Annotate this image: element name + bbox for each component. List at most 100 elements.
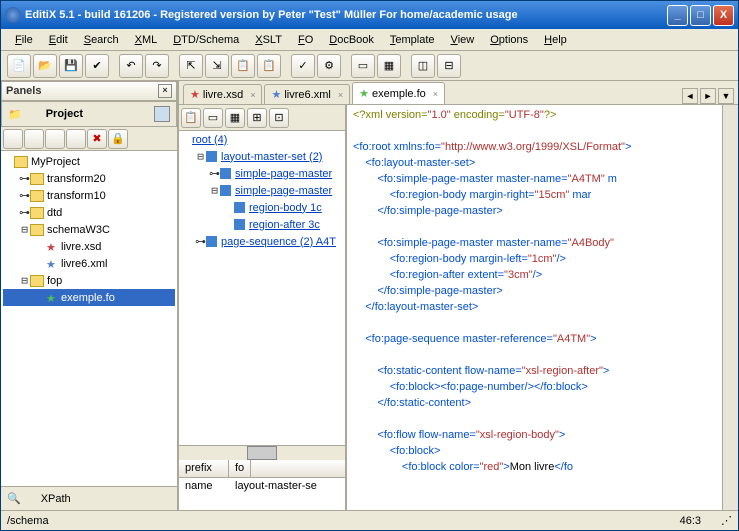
outline-item[interactable]: ⊟simple-page-master	[179, 182, 345, 199]
page-button[interactable]: ▭	[351, 54, 375, 78]
code-line[interactable]: <fo:block>	[353, 443, 732, 459]
menu-edit[interactable]: Edit	[41, 32, 76, 48]
tree-item-livre6-xml[interactable]: ★livre6.xml	[3, 255, 175, 272]
split-h-button[interactable]: ◫	[411, 54, 435, 78]
tree-item-schemaW3C[interactable]: ⊟schemaW3C	[3, 221, 175, 238]
code-line[interactable]: <fo:region-body margin-left="1cm"/>	[353, 251, 732, 267]
menu-template[interactable]: Template	[382, 32, 443, 48]
transform-button[interactable]: ⚙	[317, 54, 341, 78]
split-v-button[interactable]: ⊟	[437, 54, 461, 78]
code-line[interactable]: <fo:region-after extent="3cm"/>	[353, 267, 732, 283]
code-line[interactable]: <fo:root xmlns:fo="http://www.w3.org/199…	[353, 139, 732, 155]
code-line[interactable]: <fo:block color="red">Mon livre</fo	[353, 459, 732, 475]
code-line[interactable]: <fo:simple-page-master master-name="A4Bo…	[353, 235, 732, 251]
code-line[interactable]: <fo:block><fo:page-number/></fo:block>	[353, 379, 732, 395]
project-options-icon[interactable]	[154, 106, 170, 122]
menu-xml[interactable]: XML	[127, 32, 166, 48]
collapse-button[interactable]: ⇱	[179, 54, 203, 78]
editor-vscroll[interactable]	[722, 105, 738, 510]
tree-item-fop[interactable]: ⊟fop	[3, 272, 175, 289]
proj-btn-3[interactable]	[45, 129, 65, 149]
tree-item-dtd[interactable]: ⊶dtd	[3, 204, 175, 221]
code-line[interactable]	[353, 315, 732, 331]
project-title: Project	[46, 108, 83, 120]
code-line[interactable]: <?xml version="1.0" encoding="UTF-8"?>	[353, 107, 732, 123]
code-line[interactable]	[353, 219, 732, 235]
status-position: 46:3	[680, 515, 701, 527]
validate-button[interactable]: ✓	[291, 54, 315, 78]
code-line[interactable]: </fo:layout-master-set>	[353, 299, 732, 315]
tab-prev-button[interactable]: ◄	[682, 88, 698, 104]
outline-btn-4[interactable]: ⊞	[247, 108, 267, 128]
code-line[interactable]	[353, 123, 732, 139]
left-panel: Panels × 📁 Project ✖ 🔒 MyProject⊶transfo…	[1, 81, 179, 510]
outline-toolbar: 📋 ▭ ▦ ⊞ ⊡	[179, 105, 345, 131]
open-button[interactable]: 📂	[33, 54, 57, 78]
resize-grip-icon[interactable]: ⋰	[721, 514, 732, 527]
outline-btn-1[interactable]: 📋	[181, 108, 201, 128]
code-line[interactable]: <fo:static-content flow-name="xsl-region…	[353, 363, 732, 379]
save-button[interactable]: 💾	[59, 54, 83, 78]
undo-button[interactable]: ↶	[119, 54, 143, 78]
menu-dtd-schema[interactable]: DTD/Schema	[165, 32, 247, 48]
tree-item-livre-xsd[interactable]: ★livre.xsd	[3, 238, 175, 255]
code-line[interactable]: </fo:simple-page-master>	[353, 283, 732, 299]
tab-exemple-fo[interactable]: ★exemple.fo×	[352, 82, 445, 104]
menu-docbook[interactable]: DocBook	[321, 32, 382, 48]
outline-item[interactable]: region-after 3c	[179, 216, 345, 233]
panels-close-icon[interactable]: ×	[158, 84, 172, 98]
outline-tree[interactable]: root (4)⊟layout-master-set (2)⊶simple-pa…	[179, 131, 345, 446]
outline-item[interactable]: region-body 1c	[179, 199, 345, 216]
tab-menu-button[interactable]: ▼	[718, 88, 734, 104]
code-editor[interactable]: <?xml version="1.0" encoding="UTF-8"?> <…	[347, 105, 738, 510]
code-line[interactable]: <fo:page-sequence master-reference="A4TM…	[353, 331, 732, 347]
menu-options[interactable]: Options	[482, 32, 536, 48]
minimize-button[interactable]: _	[667, 5, 688, 26]
xpath-icon: 🔍	[7, 492, 21, 505]
tab-livre6-xml[interactable]: ★livre6.xml×	[264, 84, 350, 104]
outline-item[interactable]: ⊟layout-master-set (2)	[179, 148, 345, 165]
redo-button[interactable]: ↷	[145, 54, 169, 78]
outline-item[interactable]: ⊶page-sequence (2) A4T	[179, 233, 345, 250]
menu-fo[interactable]: FO	[290, 32, 321, 48]
code-line[interactable]: <fo:layout-master-set>	[353, 155, 732, 171]
outline-btn-2[interactable]: ▭	[203, 108, 223, 128]
close-button[interactable]: X	[713, 5, 734, 26]
code-line[interactable]: <fo:flow flow-name="xsl-region-body">	[353, 427, 732, 443]
tree-item-transform20[interactable]: ⊶transform20	[3, 170, 175, 187]
proj-btn-4[interactable]	[66, 129, 86, 149]
maximize-button[interactable]: □	[690, 5, 711, 26]
outline-btn-3[interactable]: ▦	[225, 108, 245, 128]
code-line[interactable]: <fo:region-body margin-right="15cm" mar	[353, 187, 732, 203]
menu-search[interactable]: Search	[76, 32, 127, 48]
project-tree[interactable]: MyProject⊶transform20⊶transform10⊶dtd⊟sc…	[1, 151, 177, 486]
menu-file[interactable]: File	[7, 32, 41, 48]
code-line[interactable]: <fo:simple-page-master master-name="A4TM…	[353, 171, 732, 187]
tab-livre-xsd[interactable]: ★livre.xsd×	[183, 84, 262, 104]
copy-button[interactable]: 📋	[231, 54, 255, 78]
outline-btn-5[interactable]: ⊡	[269, 108, 289, 128]
new-button[interactable]: 📄	[7, 54, 31, 78]
code-line[interactable]: </fo:simple-page-master>	[353, 203, 732, 219]
tree-item-exemple-fo[interactable]: ★exemple.fo	[3, 289, 175, 306]
menu-xslt[interactable]: XSLT	[247, 32, 290, 48]
proj-btn-2[interactable]	[24, 129, 44, 149]
code-line[interactable]	[353, 347, 732, 363]
code-line[interactable]	[353, 411, 732, 427]
tree-item-transform10[interactable]: ⊶transform10	[3, 187, 175, 204]
outline-item[interactable]: ⊶simple-page-master	[179, 165, 345, 182]
format-button[interactable]: ▦	[377, 54, 401, 78]
menu-help[interactable]: Help	[536, 32, 575, 48]
check-button[interactable]: ✔	[85, 54, 109, 78]
menu-view[interactable]: View	[443, 32, 483, 48]
proj-lock-button[interactable]: 🔒	[108, 129, 128, 149]
outline-item[interactable]: root (4)	[179, 131, 345, 148]
tab-next-button[interactable]: ►	[700, 88, 716, 104]
proj-delete-button[interactable]: ✖	[87, 129, 107, 149]
proj-btn-1[interactable]	[3, 129, 23, 149]
tree-item-MyProject[interactable]: MyProject	[3, 153, 175, 170]
paste-button[interactable]: 📋	[257, 54, 281, 78]
code-line[interactable]: </fo:static-content>	[353, 395, 732, 411]
outline-hscroll[interactable]	[247, 446, 277, 460]
expand-button[interactable]: ⇲	[205, 54, 229, 78]
